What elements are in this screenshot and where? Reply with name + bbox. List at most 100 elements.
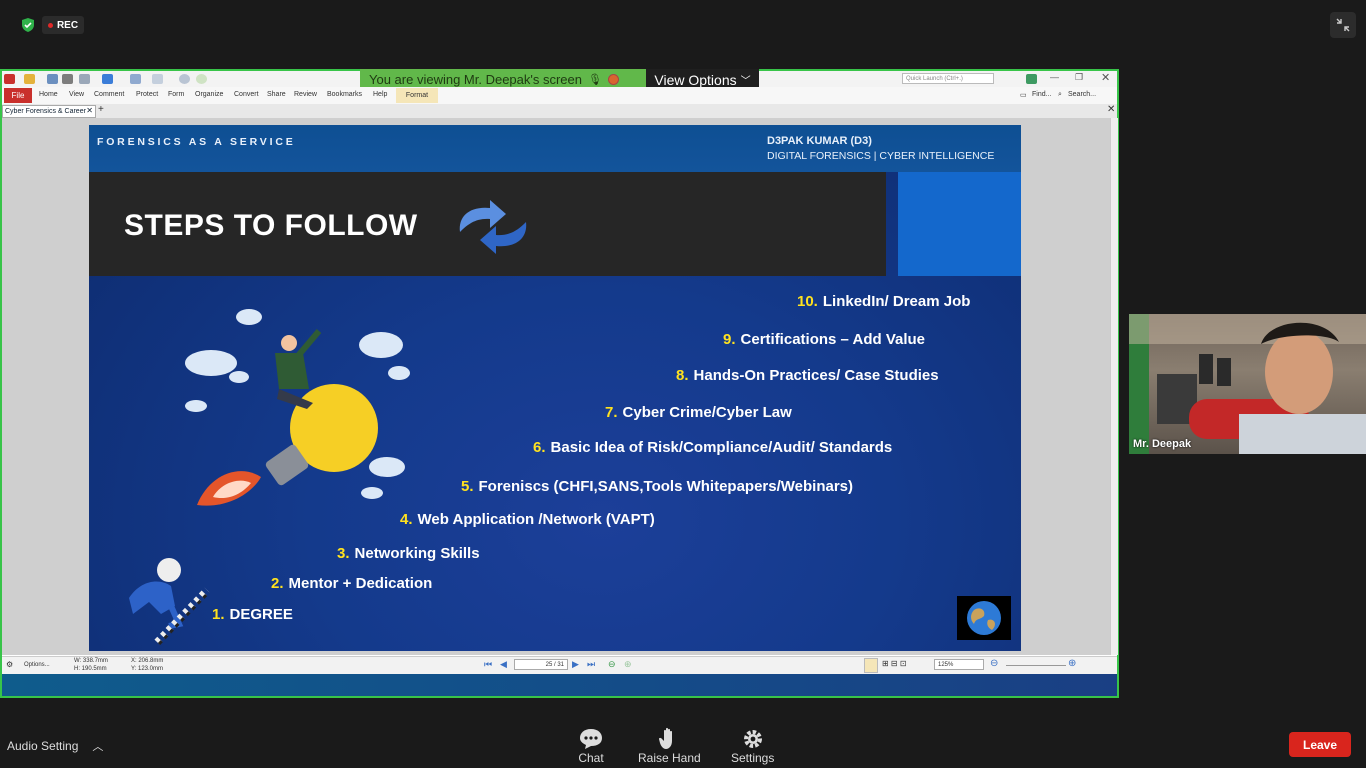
document-tabs: Cyber Forensics & Career ✕ + ✕ <box>2 104 1117 119</box>
first-page-icon[interactable]: ⏮ <box>484 659 492 670</box>
title-bar: STEPS TO FOLLOW <box>89 172 886 276</box>
chat-button[interactable]: Chat <box>578 727 604 765</box>
menu-format[interactable]: Format <box>396 88 438 103</box>
save-icon[interactable] <box>47 74 58 84</box>
menu-convert[interactable]: Convert <box>234 91 259 98</box>
step-number: 2. <box>271 575 284 592</box>
email-icon[interactable] <box>79 74 90 84</box>
step-text: Web Application /Network (VAPT) <box>417 511 655 528</box>
zoom-in-icon[interactable]: ⊕ <box>1068 658 1076 669</box>
menu-protect[interactable]: Protect <box>136 91 158 98</box>
find-button[interactable]: Find... <box>1032 91 1051 98</box>
step-text: LinkedIn/ Dream Job <box>822 293 971 310</box>
back-view-icon[interactable]: ⊖ <box>608 659 616 670</box>
forward-view-icon[interactable]: ⊕ <box>624 659 632 670</box>
zoom-slider[interactable] <box>1006 665 1066 666</box>
step-text: Cyber Crime/Cyber Law <box>622 404 792 421</box>
participant-name: Mr. Deepak <box>1133 438 1192 450</box>
record-dot-icon <box>47 22 53 28</box>
step-4: 4. Web Application /Network (VAPT) <box>400 511 655 528</box>
close-icon[interactable]: ✕ <box>1101 71 1110 84</box>
quick-launch-input[interactable]: Quick Launch (Ctrl+.) <box>902 73 994 84</box>
step-number: 4. <box>400 511 413 528</box>
menu-form[interactable]: Form <box>168 91 184 98</box>
globe-logo <box>957 596 1011 640</box>
audio-setting-label: Audio Setting <box>7 739 79 753</box>
menu-review[interactable]: Review <box>294 91 317 98</box>
vertical-scrollbar[interactable] <box>1110 118 1118 655</box>
new-tab-icon[interactable]: + <box>98 104 104 115</box>
step-number: 7. <box>605 404 618 421</box>
participant-video[interactable]: Mr. Deepak <box>1129 314 1366 454</box>
close-document-icon[interactable]: ✕ <box>1107 104 1115 115</box>
settings-button[interactable]: Settings <box>731 727 774 765</box>
step-text: Networking Skills <box>354 545 480 562</box>
search-icon[interactable]: ⌕ <box>1058 91 1062 99</box>
menu-bookmarks[interactable]: Bookmarks <box>327 91 362 98</box>
step-number: 5. <box>461 478 474 495</box>
search-button[interactable]: Search... <box>1068 91 1096 98</box>
app-logo-icon <box>4 74 15 84</box>
menu-home[interactable]: Home <box>39 91 58 98</box>
options-button[interactable]: Options... <box>24 662 50 668</box>
redo-icon[interactable] <box>152 74 163 84</box>
menu-file[interactable]: File <box>4 88 32 103</box>
recording-indicator[interactable]: REC <box>42 16 84 34</box>
step-text: Basic Idea of Risk/Compliance/Audit/ Sta… <box>550 439 893 456</box>
page-number-input[interactable]: 25 / 31 <box>514 659 568 670</box>
single-page-view-icon[interactable] <box>864 658 878 673</box>
audio-setting-button[interactable]: Audio Setting ︿ <box>7 738 103 754</box>
step-text: Foreniscs (CHFI,SANS,Tools Whitepapers/W… <box>478 478 854 495</box>
chevron-up-icon[interactable]: ︿ <box>92 738 103 754</box>
chat-label: Chat <box>578 751 604 765</box>
step-number: 8. <box>676 367 689 384</box>
restore-icon[interactable]: ❐ <box>1075 72 1083 83</box>
collapse-icon <box>1336 18 1350 32</box>
step-3: 3. Networking Skills <box>337 545 480 562</box>
zoom-select[interactable]: 125% <box>934 659 984 670</box>
chat-bubble-icon <box>580 729 602 749</box>
open-folder-icon[interactable] <box>24 74 35 84</box>
chevron-down-icon: ﹀ <box>740 76 751 87</box>
menu-view[interactable]: View <box>69 91 84 98</box>
status-dot-icon <box>607 74 619 85</box>
width-readout: W: 338.7mm <box>74 658 108 664</box>
minimize-icon[interactable]: — <box>1050 72 1059 82</box>
step-6: 6. Basic Idea of Risk/Compliance/Audit/ S… <box>533 439 892 456</box>
print-icon[interactable] <box>62 74 73 84</box>
last-page-icon[interactable]: ⏭ <box>587 659 595 670</box>
taskbar-strip <box>2 674 1117 696</box>
undo-icon[interactable] <box>130 74 141 84</box>
menu-share[interactable]: Share <box>267 91 286 98</box>
zoom-out-icon[interactable]: ⊖ <box>990 658 998 669</box>
slide-header-band <box>89 125 1021 172</box>
x-readout: X: 206.8mm <box>131 658 164 664</box>
forward-icon[interactable] <box>196 74 207 84</box>
pdf-ribbon-menu: File Home View Comment Protect Form Orga… <box>2 87 1117 105</box>
exit-fullscreen-button[interactable] <box>1330 12 1356 38</box>
step-8: 8. Hands-On Practices/ Case Studies <box>676 367 939 384</box>
step-7: 7. Cyber Crime/Cyber Law <box>605 404 792 421</box>
presentation-slide: FORENSICS AS A SERVICE D3PAK KUMAR (D3) … <box>89 125 1021 651</box>
grid-icon[interactable] <box>1026 74 1037 84</box>
close-tab-icon[interactable]: ✕ <box>86 105 93 116</box>
menu-organize[interactable]: Organize <box>195 91 223 98</box>
find-icon[interactable]: ▭ <box>1020 91 1027 99</box>
security-shield-icon[interactable] <box>20 17 36 33</box>
raise-hand-label: Raise Hand <box>638 751 701 765</box>
step-number: 6. <box>533 439 546 456</box>
document-tab[interactable]: Cyber Forensics & Career ✕ <box>2 105 96 118</box>
next-page-icon[interactable]: ▶ <box>572 659 579 670</box>
cycle-arrows-icon <box>459 200 527 254</box>
back-icon[interactable] <box>179 74 190 84</box>
raise-hand-button[interactable]: Raise Hand <box>638 727 701 765</box>
leave-button[interactable]: Leave <box>1289 732 1351 757</box>
cloud-icon[interactable] <box>102 74 113 84</box>
gear-icon[interactable]: ⚙ <box>6 660 13 669</box>
menu-comment[interactable]: Comment <box>94 91 124 98</box>
accent-box <box>898 172 1021 276</box>
menu-help[interactable]: Help <box>373 91 387 98</box>
prev-page-icon[interactable]: ◀ <box>500 659 507 670</box>
page-layout-icons[interactable]: ⊞ ⊟ ⊡ <box>882 659 907 668</box>
step-number: 10. <box>797 293 818 310</box>
